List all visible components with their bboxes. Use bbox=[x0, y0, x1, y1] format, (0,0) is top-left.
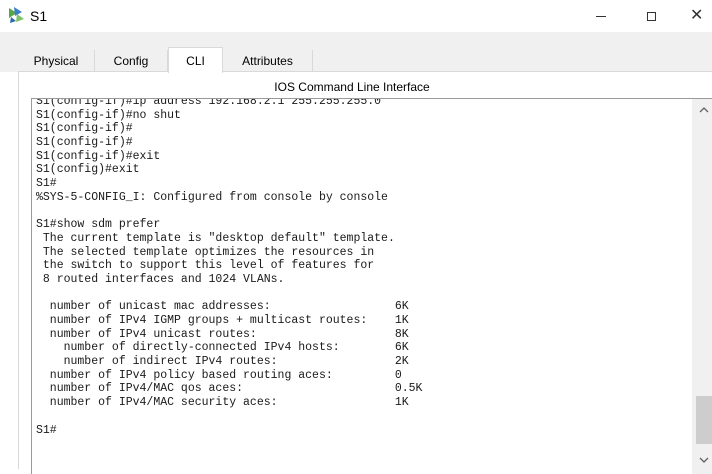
maximize-button[interactable] bbox=[628, 0, 674, 32]
tab-label: CLI bbox=[186, 53, 205, 68]
tab-label: Attributes bbox=[242, 54, 293, 68]
terminal-line: the switch to support this level of feat… bbox=[36, 259, 375, 273]
terminal-prompt-line[interactable]: S1# bbox=[36, 424, 666, 438]
chevron-down-icon bbox=[699, 457, 709, 463]
tab-cli[interactable]: CLI bbox=[168, 47, 223, 73]
chevron-up-icon bbox=[699, 107, 709, 113]
terminal-line: number of IPv4/MAC qos aces: 0.5K bbox=[36, 382, 423, 396]
tab-config[interactable]: Config bbox=[95, 50, 168, 72]
terminal-line: number of IPv4 policy based routing aces… bbox=[36, 368, 402, 382]
tab-label: Config bbox=[113, 54, 149, 68]
minimize-button[interactable] bbox=[578, 0, 624, 32]
close-button[interactable]: ✕ bbox=[680, 0, 712, 32]
terminal-line: S1(config-if)#ip address 192.168.2.1 255… bbox=[36, 98, 382, 108]
terminal-line: S1(config-if)# bbox=[36, 122, 133, 136]
terminal-line: S1(config)#exit bbox=[36, 163, 140, 177]
scroll-up-button[interactable] bbox=[692, 101, 712, 119]
terminal-line: S1#show sdm prefer bbox=[36, 218, 161, 232]
terminal-line: number of unicast mac addresses: 6K bbox=[36, 300, 409, 314]
terminal-line: %SYS-5-CONFIG_I: Configured from console… bbox=[36, 190, 388, 204]
tab-physical[interactable]: Physical bbox=[18, 50, 95, 72]
vertical-scrollbar[interactable] bbox=[692, 99, 712, 474]
cli-terminal[interactable]: S1(config-if)#ip address 192.168.2.1 255… bbox=[31, 98, 712, 474]
tab-label: Physical bbox=[33, 54, 79, 68]
tab-attributes[interactable]: Attributes bbox=[223, 50, 313, 72]
packet-tracer-switch-icon bbox=[6, 5, 28, 25]
cli-panel: IOS Command Line Interface S1(config-if)… bbox=[18, 71, 712, 474]
panel-title: IOS Command Line Interface bbox=[274, 80, 430, 94]
scroll-down-button[interactable] bbox=[692, 451, 712, 469]
tab-bar: Physical Config CLI Attributes bbox=[0, 32, 712, 73]
terminal-line: number of IPv4 IGMP groups + multicast r… bbox=[36, 314, 409, 327]
terminal-line: S1(config-if)#exit bbox=[36, 149, 161, 163]
terminal-line: The selected template optimizes the reso… bbox=[36, 245, 375, 259]
title-bar: S1 ✕ bbox=[0, 0, 712, 32]
terminal-line: S1# bbox=[36, 177, 57, 191]
terminal-line: number of directly-connected IPv4 hosts:… bbox=[36, 341, 409, 355]
minimize-icon bbox=[596, 15, 606, 17]
window-title: S1 bbox=[30, 8, 48, 24]
close-icon: ✕ bbox=[690, 7, 704, 24]
terminal-line: number of indirect IPv4 routes: 2K bbox=[36, 355, 409, 369]
terminal-line: S1(config-if)#no shut bbox=[36, 108, 181, 122]
scroll-thumb[interactable] bbox=[696, 396, 712, 444]
terminal-line: number of IPv4/MAC security aces: 1K bbox=[36, 396, 409, 410]
terminal-output: S1(config-if)#ip address 192.168.2.1 255… bbox=[36, 98, 666, 438]
terminal-line: number of IPv4 unicast routes: 8K bbox=[36, 327, 409, 341]
terminal-line: The current template is "desktop default… bbox=[36, 231, 395, 245]
terminal-line: 8 routed interfaces and 1024 VLANs. bbox=[36, 272, 285, 286]
maximize-icon bbox=[646, 11, 656, 21]
terminal-line: S1(config-if)# bbox=[36, 136, 133, 150]
